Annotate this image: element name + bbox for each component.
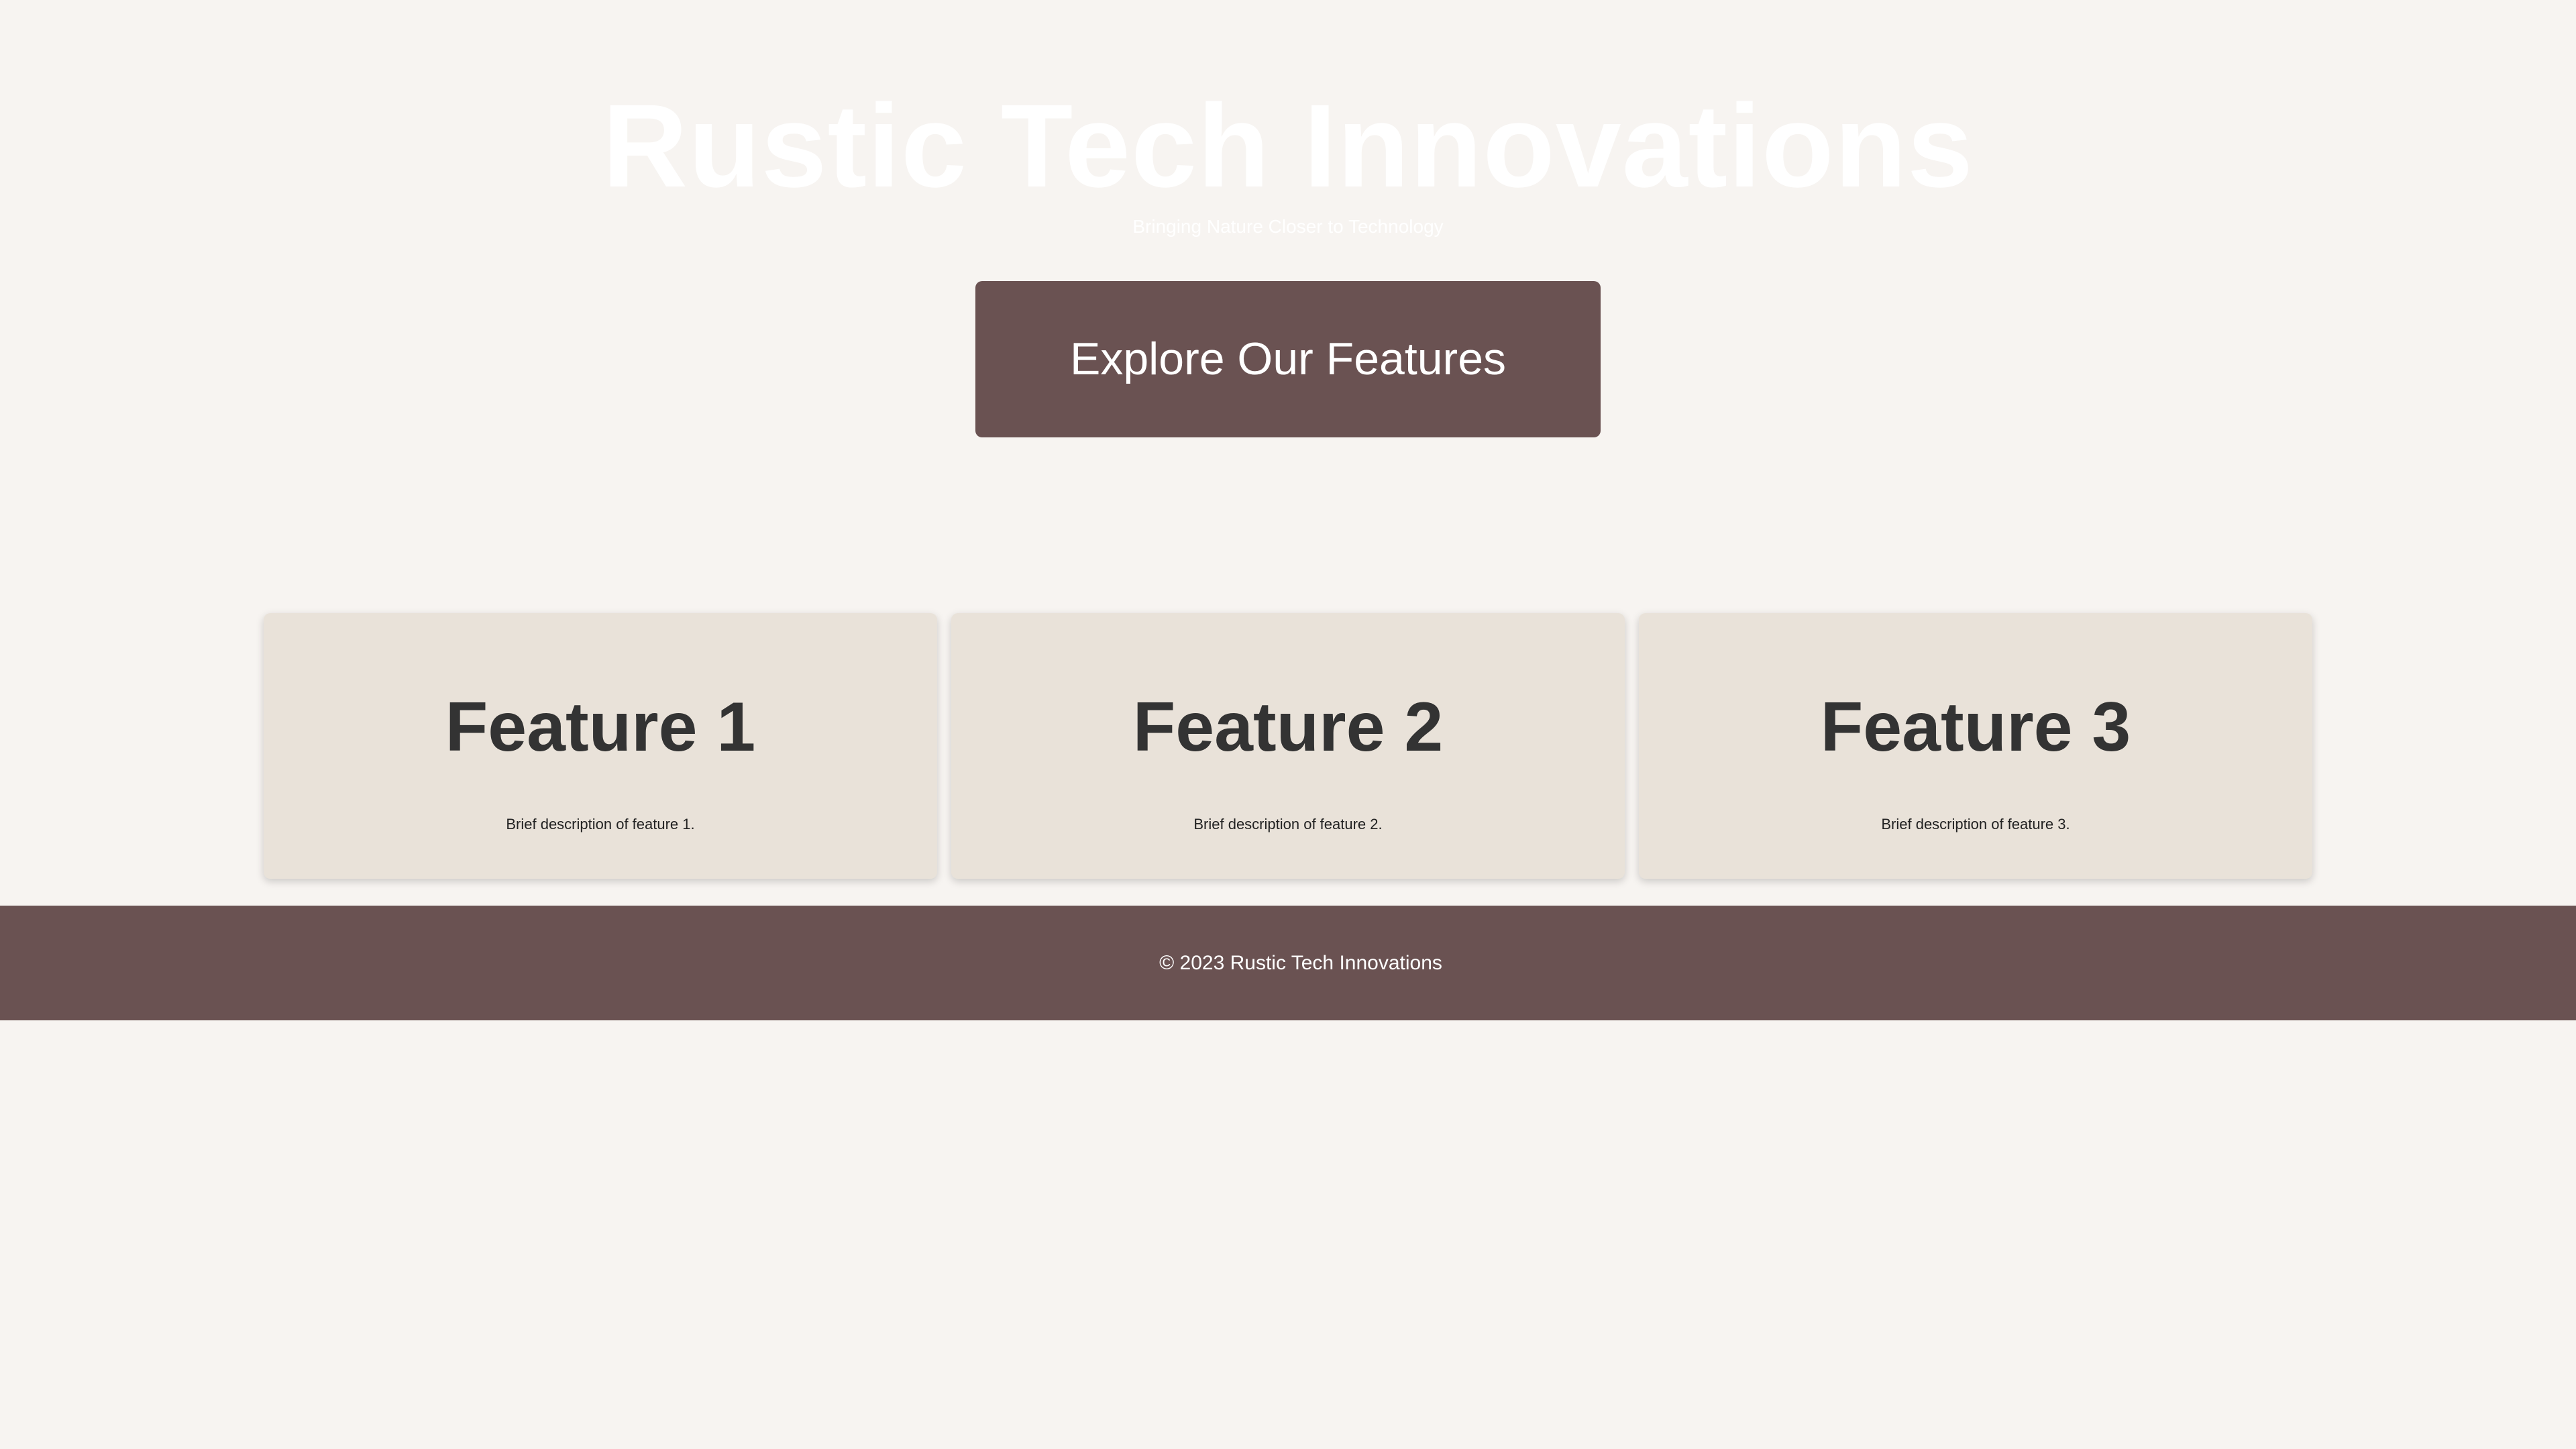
site-tagline: Bringing Nature Closer to Technology	[1132, 216, 1444, 237]
feature-description: Brief description of feature 2.	[1193, 816, 1383, 833]
feature-title: Feature 2	[1132, 688, 1444, 766]
page: Rustic Tech Innovations Bringing Nature …	[0, 0, 2576, 1449]
feature-card: Feature 3 Brief description of feature 3…	[1639, 613, 2312, 879]
feature-title: Feature 3	[1820, 688, 2131, 766]
site-title: Rustic Tech Innovations	[602, 80, 1974, 212]
copyright-text: © 2023 Rustic Tech Innovations	[1159, 952, 1442, 974]
feature-title: Feature 1	[445, 688, 756, 766]
explore-features-button[interactable]: Explore Our Features	[975, 281, 1601, 437]
site-footer: © 2023 Rustic Tech Innovations	[0, 906, 2576, 1020]
features-section: Feature 1 Brief description of feature 1…	[264, 613, 2312, 879]
feature-description: Brief description of feature 1.	[506, 816, 695, 833]
hero-header: Rustic Tech Innovations Bringing Nature …	[0, 0, 2576, 510]
feature-description: Brief description of feature 3.	[1881, 816, 2070, 833]
feature-card: Feature 1 Brief description of feature 1…	[264, 613, 937, 879]
feature-card: Feature 2 Brief description of feature 2…	[951, 613, 1625, 879]
